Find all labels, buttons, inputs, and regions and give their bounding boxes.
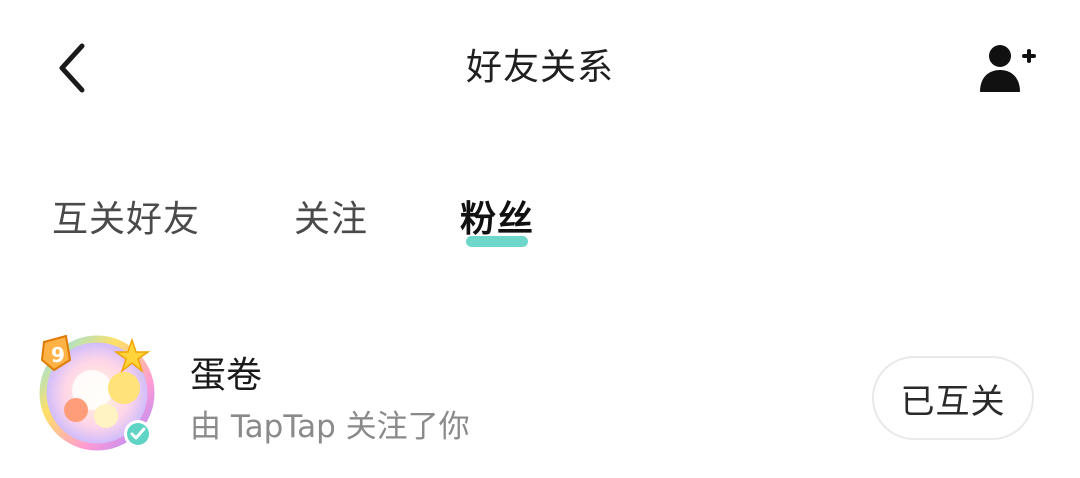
add-user-icon bbox=[980, 45, 1036, 92]
tab-fans[interactable]: 粉丝 bbox=[460, 190, 534, 250]
tab-label: 关注 bbox=[294, 199, 369, 240]
tab-mutual-friends[interactable]: 互关好友 bbox=[52, 190, 200, 250]
fans-list: 9 蛋卷 由 TapTap 关注了你 已互关 bbox=[0, 320, 1080, 460]
avatar-image: 9 bbox=[39, 334, 155, 451]
follow-source-text: 由 TapTap 关注了你 bbox=[190, 409, 470, 445]
add-friend-button[interactable] bbox=[972, 36, 1044, 100]
relation-tabs: 互关好友 关注 粉丝 bbox=[0, 190, 1080, 260]
tab-label: 粉丝 bbox=[460, 199, 535, 240]
tab-following[interactable]: 关注 bbox=[294, 190, 368, 250]
avatar[interactable]: 9 bbox=[36, 330, 158, 452]
top-bar: 好友关系 bbox=[0, 0, 1080, 140]
page-title: 好友关系 bbox=[465, 47, 614, 88]
svg-text:9: 9 bbox=[51, 343, 65, 367]
mutual-follow-button[interactable]: 已互关 bbox=[872, 356, 1034, 440]
friend-relations-page: 好友关系 互关好友 关注 粉丝 9 蛋卷 由 TapTap 关注了你 已互关 bbox=[0, 0, 1080, 478]
list-item[interactable]: 9 蛋卷 由 TapTap 关注了你 已互关 bbox=[0, 320, 1080, 460]
tab-label: 互关好友 bbox=[52, 199, 201, 240]
user-name[interactable]: 蛋卷 bbox=[190, 350, 262, 402]
